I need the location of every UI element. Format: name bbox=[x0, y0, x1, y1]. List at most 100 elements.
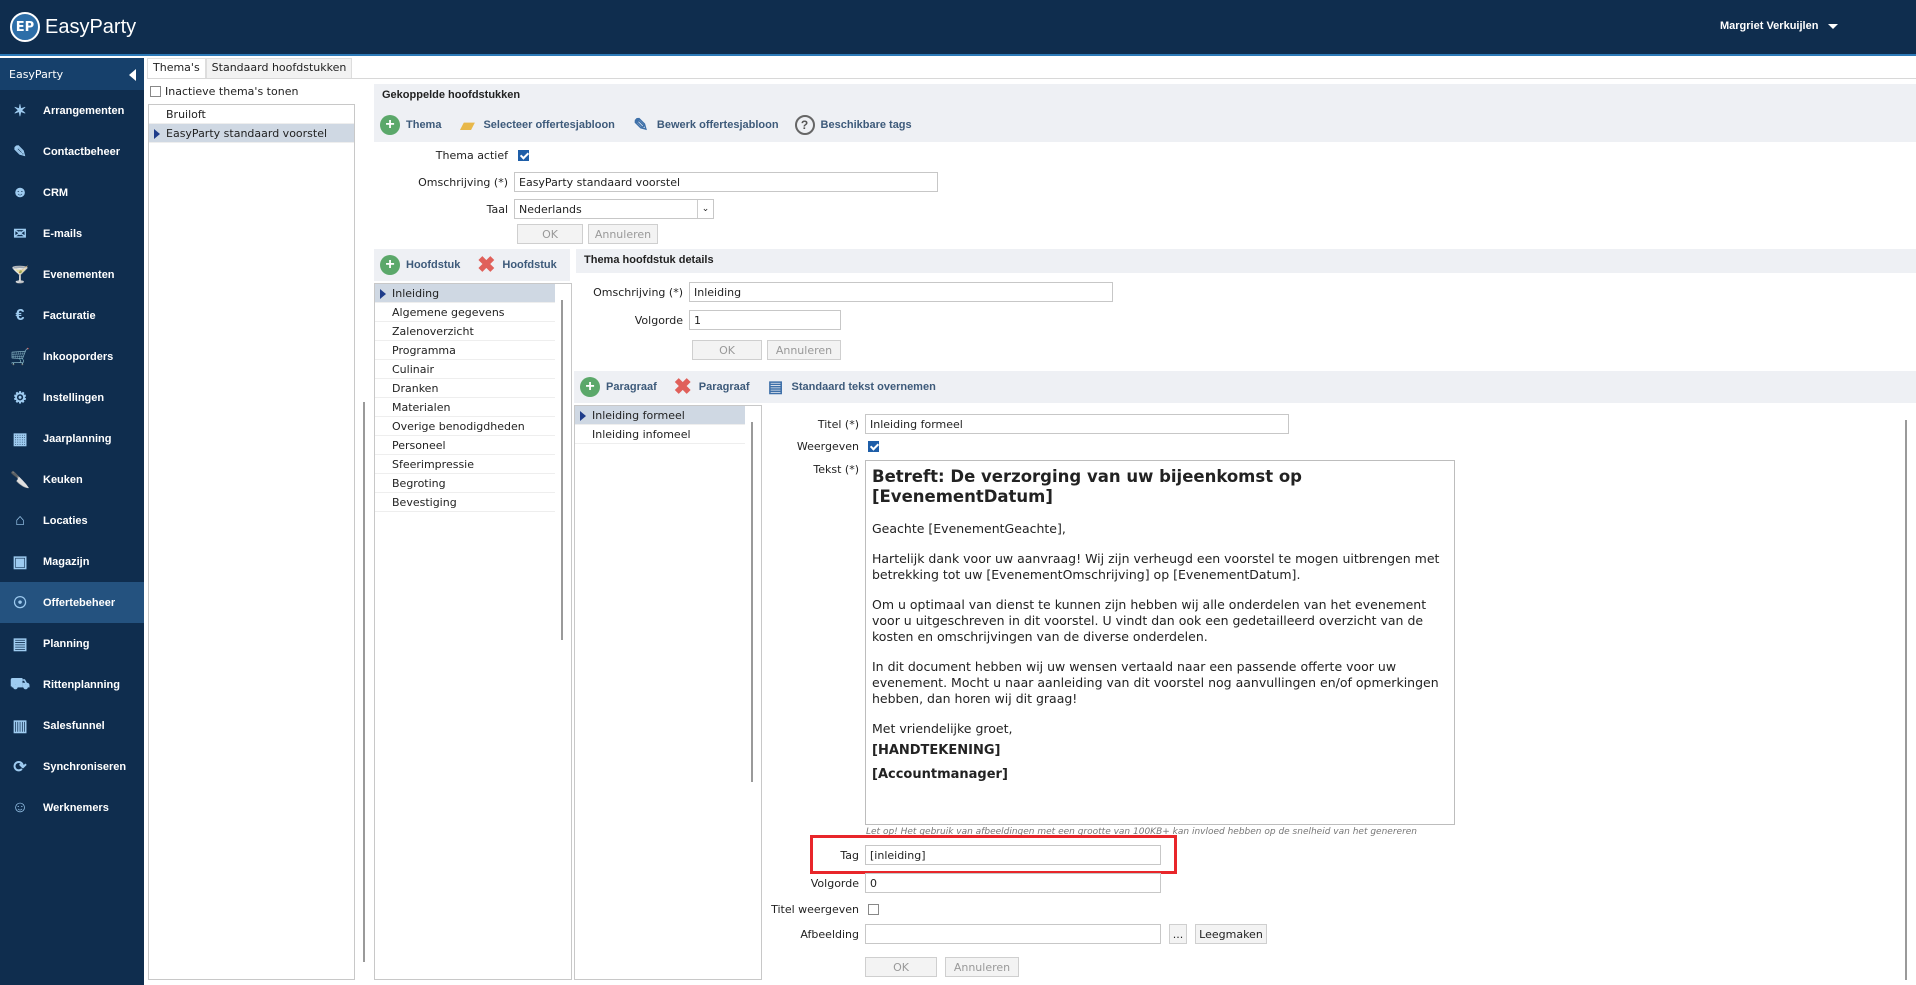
theme-desc-input[interactable]: EasyParty standaard voorstel bbox=[514, 172, 938, 192]
paragraph-title-input[interactable]: Inleiding formeel bbox=[865, 414, 1289, 434]
theme-lang-select[interactable]: Nederlands ⌄ bbox=[514, 199, 714, 219]
list-item[interactable]: Overige benodigdheden bbox=[375, 417, 555, 436]
paragraph-cancel-button[interactable]: Annuleren bbox=[945, 957, 1019, 977]
paragraph-text-row: Tekst (*) bbox=[764, 463, 865, 476]
sidebar-item-planning[interactable]: ▤ Planning bbox=[0, 623, 144, 664]
list-item[interactable]: Culinair bbox=[375, 360, 555, 379]
sidebar-item-rittenplanning[interactable]: ⛟ Rittenplanning bbox=[0, 664, 144, 705]
list-item[interactable]: EasyParty standaard voorstel bbox=[149, 124, 354, 143]
paragraph-actions: OK Annuleren bbox=[865, 957, 1019, 977]
sidebar-item-locaties[interactable]: ⌂ Locaties bbox=[0, 500, 144, 541]
plus-icon: + bbox=[580, 377, 600, 397]
chapter-cancel-button[interactable]: Annuleren bbox=[767, 340, 841, 360]
collapse-sidebar-icon[interactable] bbox=[129, 69, 136, 81]
tab-themes[interactable]: Thema's bbox=[147, 58, 206, 78]
list-item[interactable]: Inleiding bbox=[375, 284, 555, 303]
add-theme-button[interactable]: + Thema bbox=[380, 115, 441, 135]
paragraph-image-input[interactable] bbox=[865, 924, 1161, 944]
theme-active-label: Thema actief bbox=[435, 149, 508, 162]
user-menu[interactable]: Margriet Verkuijlen bbox=[1720, 20, 1839, 32]
browse-image-button[interactable]: ... bbox=[1169, 924, 1187, 944]
paragraphs-list: Inleiding formeel Inleiding infomeel bbox=[574, 405, 762, 980]
list-item[interactable]: Zalenoverzicht bbox=[375, 322, 555, 341]
paragraph-title-row: Titel (*) Inleiding formeel bbox=[764, 414, 1289, 434]
list-item[interactable]: Dranken bbox=[375, 379, 555, 398]
theme-lang-label: Taal bbox=[486, 202, 508, 216]
sidebar-item-label: Evenementen bbox=[43, 268, 115, 281]
paragraphs-scrollbar[interactable] bbox=[751, 422, 753, 782]
chapter-desc-input[interactable]: Inleiding bbox=[689, 282, 1113, 302]
sidebar-item-jaarplanning[interactable]: ▦ Jaarplanning bbox=[0, 418, 144, 459]
chapters-scrollbar[interactable] bbox=[561, 300, 563, 640]
tab-bar: Thema's Standaard hoofdstukken bbox=[147, 58, 353, 78]
chapter-order-input[interactable]: 1 bbox=[689, 310, 841, 330]
form-scrollbar[interactable] bbox=[1905, 420, 1907, 980]
sidebar-item-salesfunnel[interactable]: ▥ Salesfunnel bbox=[0, 705, 144, 746]
sidebar-item-label: Keuken bbox=[43, 473, 83, 486]
add-chapter-button[interactable]: + Hoofdstuk bbox=[380, 255, 460, 275]
list-item[interactable]: Inleiding infomeel bbox=[575, 425, 745, 444]
paragraph-show-checkbox[interactable] bbox=[868, 441, 879, 452]
edit-template-button[interactable]: ✎ Bewerk offertesjabloon bbox=[631, 115, 778, 135]
chapter-order-label: Volgorde bbox=[634, 313, 683, 327]
sidebar-item-crm[interactable]: ☻ CRM bbox=[0, 172, 144, 213]
list-item[interactable]: Bruiloft bbox=[149, 105, 354, 124]
paragraph-text-editor[interactable]: Betreft: De verzorging van uw bijeenkoms… bbox=[865, 460, 1455, 825]
cocktail-icon: 🍸 bbox=[10, 266, 30, 284]
paragraph-title-show-checkbox[interactable] bbox=[868, 904, 879, 915]
sidebar-item-label: Contactbeheer bbox=[43, 145, 121, 158]
inactive-themes-label: Inactieve thema's tonen bbox=[165, 85, 299, 98]
sidebar-item-e-mails[interactable]: ✉ E-mails bbox=[0, 213, 144, 254]
sidebar-item-inkooporders[interactable]: 🛒 Inkooporders bbox=[0, 336, 144, 377]
list-item[interactable]: Materialen bbox=[375, 398, 555, 417]
paragraph-image-row: Afbeelding ... Leegmaken bbox=[764, 924, 1267, 944]
folder-icon: ▰ bbox=[460, 114, 475, 135]
sidebar-item-arrangementen[interactable]: ✶ Arrangementen bbox=[0, 90, 144, 131]
theme-cancel-button[interactable]: Annuleren bbox=[588, 224, 658, 244]
sidebar-item-offertebeheer[interactable]: ☉ Offertebeheer bbox=[0, 582, 144, 623]
chevron-down-icon bbox=[1828, 23, 1839, 29]
paragraph-image-label: Afbeelding bbox=[800, 927, 859, 941]
app-logo[interactable]: EP EasyParty bbox=[10, 12, 136, 42]
list-item[interactable]: Algemene gegevens bbox=[375, 303, 555, 322]
theme-ok-button[interactable]: OK bbox=[517, 224, 583, 244]
sidebar-item-instellingen[interactable]: ⚙ Instellingen bbox=[0, 377, 144, 418]
remove-paragraph-button[interactable]: ✖ Paragraaf bbox=[673, 374, 750, 399]
list-item[interactable]: Sfeerimpressie bbox=[375, 455, 555, 474]
paragraph-order-input[interactable]: 0 bbox=[865, 873, 1161, 893]
sidebar-item-synchroniseren[interactable]: ⟳ Synchroniseren bbox=[0, 746, 144, 787]
sidebar-item-magazijn[interactable]: ▣ Magazijn bbox=[0, 541, 144, 582]
copy-standard-text-button[interactable]: ▤ Standaard tekst overnemen bbox=[766, 377, 936, 397]
chapters-toolbar: + Hoofdstuk ✖ Hoofdstuk bbox=[374, 249, 570, 281]
paragraph-tag-input[interactable]: [inleiding] bbox=[865, 845, 1161, 865]
sidebar-item-label: Jaarplanning bbox=[43, 432, 112, 445]
sidebar-item-contactbeheer[interactable]: ✎ Contactbeheer bbox=[0, 131, 144, 172]
list-item[interactable]: Bevestiging bbox=[375, 493, 555, 512]
theme-active-checkbox[interactable] bbox=[518, 150, 529, 161]
list-item[interactable]: Begroting bbox=[375, 474, 555, 493]
planning-icon: ▤ bbox=[12, 635, 28, 653]
tab-standard-chapters[interactable]: Standaard hoofdstukken bbox=[205, 58, 353, 78]
calendar-icon: ▦ bbox=[12, 430, 28, 448]
clear-image-button[interactable]: Leegmaken bbox=[1195, 924, 1267, 944]
sidebar-item-keuken[interactable]: 🔪 Keuken bbox=[0, 459, 144, 500]
select-template-button[interactable]: ▰ Selecteer offertesjabloon bbox=[457, 114, 615, 135]
list-item[interactable]: Inleiding formeel bbox=[575, 406, 745, 425]
inactive-themes-checkbox[interactable] bbox=[150, 86, 161, 97]
chapter-ok-button[interactable]: OK bbox=[692, 340, 762, 360]
inactive-themes-toggle[interactable]: Inactieve thema's tonen bbox=[150, 85, 298, 98]
available-tags-button[interactable]: ? Beschikbare tags bbox=[794, 115, 912, 135]
text-paragraph: Om u optimaal van dienst te kunnen zijn … bbox=[872, 597, 1427, 644]
sidebar-item-evenementen[interactable]: 🍸 Evenementen bbox=[0, 254, 144, 295]
sidebar-item-facturatie[interactable]: € Facturatie bbox=[0, 295, 144, 336]
delete-icon: ✖ bbox=[673, 374, 692, 399]
paragraph-ok-button[interactable]: OK bbox=[865, 957, 937, 977]
list-item[interactable]: Programma bbox=[375, 341, 555, 360]
list-item[interactable]: Personeel bbox=[375, 436, 555, 455]
text-signature: [HANDTEKENING] bbox=[872, 743, 1001, 758]
sidebar-item-werknemers[interactable]: ☺ Werknemers bbox=[0, 787, 144, 828]
themes-scrollbar[interactable] bbox=[363, 402, 365, 962]
sidebar-item-label: CRM bbox=[43, 186, 69, 199]
add-paragraph-button[interactable]: + Paragraaf bbox=[580, 377, 657, 397]
remove-chapter-button[interactable]: ✖ Hoofdstuk bbox=[476, 252, 557, 277]
